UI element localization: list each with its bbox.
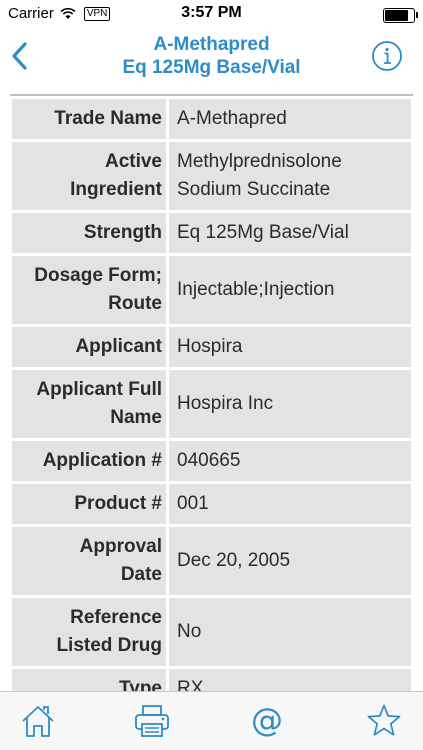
row-label: Applicant xyxy=(12,327,169,367)
row-value: Hospira xyxy=(169,327,411,367)
battery-level-fill xyxy=(385,10,408,21)
row-value: RX xyxy=(169,669,411,691)
row-value: Injectable;Injection xyxy=(169,256,411,324)
info-circle-icon xyxy=(372,41,402,71)
table-row: Trade Name A-Methapred xyxy=(12,99,411,142)
table-row: Approval Date Dec 20, 2005 xyxy=(12,527,411,598)
row-value-text: Injectable;Injection xyxy=(177,279,335,300)
row-label-text: Type xyxy=(119,678,162,691)
row-value-text: Eq 125Mg Base/Vial xyxy=(177,222,349,243)
row-label-text: Product # xyxy=(74,493,162,514)
row-value-text: No xyxy=(177,621,202,642)
table-row: Dosage Form; Route Injectable;Injection xyxy=(12,256,411,327)
row-label: Type xyxy=(12,669,169,691)
row-value: No xyxy=(169,598,411,666)
row-value: Eq 125Mg Base/Vial xyxy=(169,213,411,253)
status-bar: Carrier VPN 3:57 PM xyxy=(0,0,423,28)
row-label-text: Approval Date xyxy=(79,536,162,585)
chevron-left-icon xyxy=(12,42,27,70)
row-label: Reference Listed Drug xyxy=(12,598,169,666)
drug-details-table[interactable]: Trade Name A-Methapred Active Ingredient Me… xyxy=(12,99,411,691)
header-divider xyxy=(10,94,413,96)
home-button[interactable] xyxy=(20,703,56,739)
row-value: A-Methapred xyxy=(169,99,411,139)
row-value: 040665 xyxy=(169,441,411,481)
home-icon xyxy=(22,706,54,737)
row-label: Strength xyxy=(12,213,169,253)
row-label: Dosage Form; Route xyxy=(12,256,169,324)
row-label-text: Active Ingredient xyxy=(70,151,162,200)
row-label: Approval Date xyxy=(12,527,169,595)
row-value-text: 040665 xyxy=(177,450,241,471)
row-value-text: Hospira Inc xyxy=(177,393,274,414)
star-icon xyxy=(367,704,401,736)
row-value-text: A-Methapred xyxy=(177,108,287,129)
status-time: 3:57 PM xyxy=(181,4,242,21)
row-label-text: Dosage Form; Route xyxy=(34,265,162,314)
row-label-text: Application # xyxy=(42,450,162,471)
navigation-bar: A-Methapred Eq 125Mg Base/Vial xyxy=(0,28,423,90)
print-button[interactable] xyxy=(134,703,170,739)
row-label: Application # xyxy=(12,441,169,481)
row-value-text: RX xyxy=(177,678,204,691)
back-button[interactable] xyxy=(6,38,36,74)
table-row: Product # 001 xyxy=(12,484,411,527)
row-label: Product # xyxy=(12,484,169,524)
page-title: A-Methapred Eq 125Mg Base/Vial xyxy=(60,33,363,79)
bottom-toolbar: @ xyxy=(0,691,423,750)
table-row: Application # 040665 xyxy=(12,441,411,484)
favorite-button[interactable] xyxy=(366,703,402,739)
table-row: Applicant Full Name Hospira Inc xyxy=(12,370,411,441)
table-row: Active Ingredient Methylprednisolone Sodi… xyxy=(12,142,411,213)
svg-text:@: @ xyxy=(251,703,283,739)
row-label-text: Reference Listed Drug xyxy=(56,607,162,656)
row-value-text: 001 xyxy=(177,493,209,514)
table-row: Type RX xyxy=(12,669,411,691)
row-value: 001 xyxy=(169,484,411,524)
row-label-text: Strength xyxy=(83,222,162,243)
email-at-icon: @ xyxy=(251,701,283,739)
row-label: Trade Name xyxy=(12,99,169,139)
row-label: Active Ingredient xyxy=(12,142,169,210)
row-label: Applicant Full Name xyxy=(12,370,169,438)
table-row: Reference Listed Drug No xyxy=(12,598,411,669)
row-value: Methylprednisolone Sodium Succinate xyxy=(169,142,411,210)
title-line-2: Eq 125Mg Base/Vial xyxy=(122,57,301,78)
printer-icon xyxy=(135,705,169,737)
row-value: Hospira Inc xyxy=(169,370,411,438)
row-value-text: Dec 20, 2005 xyxy=(177,550,291,571)
email-button[interactable]: @ xyxy=(249,701,285,739)
row-value-text: Methylprednisolone Sodium Succinate xyxy=(177,151,342,200)
row-label-text: Applicant xyxy=(75,336,162,357)
row-value: Dec 20, 2005 xyxy=(169,527,411,595)
row-label-text: Trade Name xyxy=(54,108,162,129)
row-label-text: Applicant Full Name xyxy=(36,379,162,428)
table-row: Strength Eq 125Mg Base/Vial xyxy=(12,213,411,256)
row-value-text: Hospira xyxy=(177,336,243,357)
title-line-1: A-Methapred xyxy=(153,34,270,55)
table-row: Applicant Hospira xyxy=(12,327,411,370)
info-button[interactable] xyxy=(371,40,403,72)
battery-icon xyxy=(383,8,418,23)
